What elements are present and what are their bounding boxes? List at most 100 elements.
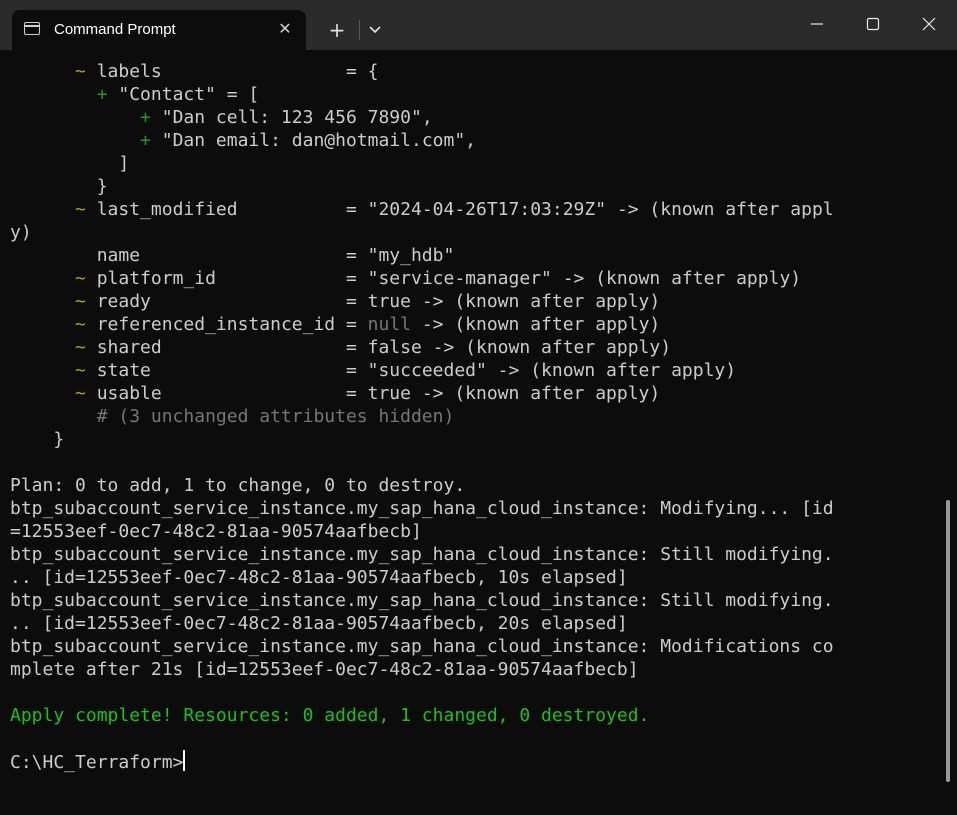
terminal-line: mplete after 21s [id=12553eef-0ec7-48c2-… <box>10 658 930 681</box>
maximize-button[interactable] <box>845 0 901 48</box>
terminal-text: usable = true -> (known after apply) <box>85 383 661 404</box>
terminal-line: btp_subaccount_service_instance.my_sap_h… <box>10 589 930 612</box>
terminal-text: "Contact" = [ <box>107 84 260 105</box>
terminal-text: mplete after 21s [id=12553eef-0ec7-48c2-… <box>10 659 639 680</box>
terminal-line: + "Contact" = [ <box>10 83 930 106</box>
terminal-text: + <box>96 84 108 105</box>
terminal-icon <box>24 22 40 35</box>
terminal-line: ~ labels = { <box>10 60 930 83</box>
terminal-line: ~ platform_id = "service-manager" -> (kn… <box>10 267 930 290</box>
title-bar: Command Prompt ✕ + <box>0 0 957 50</box>
terminal-line: btp_subaccount_service_instance.my_sap_h… <box>10 543 930 566</box>
terminal-line: y) <box>10 221 930 244</box>
terminal-text: platform_id = "service-manager" -> (know… <box>85 268 802 289</box>
terminal-text: "Dan cell: 123 456 7890", <box>150 107 433 128</box>
terminal-text: ~ <box>75 383 86 404</box>
terminal-output[interactable]: ~ labels = { + "Contact" = [ + "Dan cell… <box>10 60 930 773</box>
terminal-text: + <box>140 130 151 151</box>
terminal-text: .. [id=12553eef-0ec7-48c2-81aa-90574aafb… <box>10 567 628 588</box>
text-cursor <box>183 750 185 771</box>
terminal-text: name = "my_hdb" <box>10 245 455 266</box>
command-prompt-line[interactable]: C:\HC_Terraform> <box>10 750 930 773</box>
minimize-icon <box>811 23 823 25</box>
terminal-line: ~ shared = false -> (known after apply) <box>10 336 930 359</box>
prompt-path: C:\HC_Terraform> <box>10 752 184 773</box>
terminal-line: } <box>10 428 930 451</box>
terminal-line: .. [id=12553eef-0ec7-48c2-81aa-90574aafb… <box>10 566 930 589</box>
terminal-text: + <box>140 107 151 128</box>
chevron-down-icon <box>369 26 381 34</box>
terminal-line: btp_subaccount_service_instance.my_sap_h… <box>10 635 930 658</box>
terminal-text: null <box>367 314 411 335</box>
tab-command-prompt[interactable]: Command Prompt ✕ <box>12 10 306 50</box>
terminal-line: ] <box>10 152 930 175</box>
terminal-text: ~ <box>75 61 86 82</box>
minimize-button[interactable] <box>789 0 845 48</box>
tab-dropdown-button[interactable] <box>364 19 386 41</box>
terminal-text: ready = true -> (known after apply) <box>85 291 661 312</box>
terminal-text: Apply complete! Resources: 0 added, 1 ch… <box>10 705 650 726</box>
terminal-text: referenced_instance_id = <box>85 314 368 335</box>
scrollbar-thumb[interactable] <box>946 500 950 782</box>
terminal-line: Apply complete! Resources: 0 added, 1 ch… <box>10 704 930 727</box>
terminal-text: ~ <box>75 314 86 335</box>
terminal-text: shared = false -> (known after apply) <box>85 337 672 358</box>
terminal-text: ~ <box>75 337 86 358</box>
terminal-line: ~ last_modified = "2024-04-26T17:03:29Z"… <box>10 198 930 221</box>
terminal-text: ] <box>10 153 130 174</box>
terminal-line: ~ state = "succeeded" -> (known after ap… <box>10 359 930 382</box>
terminal-line: # (3 unchanged attributes hidden) <box>10 405 930 428</box>
terminal-text: ~ <box>75 291 86 312</box>
terminal-text: last_modified = "2024-04-26T17:03:29Z" -… <box>85 199 834 220</box>
terminal-line: + "Dan cell: 123 456 7890", <box>10 106 930 129</box>
terminal-text: =12553eef-0ec7-48c2-81aa-90574aafbecb] <box>10 521 422 542</box>
terminal-line: btp_subaccount_service_instance.my_sap_h… <box>10 497 930 520</box>
terminal-text: ~ <box>75 199 86 220</box>
terminal-text: btp_subaccount_service_instance.my_sap_h… <box>10 636 834 657</box>
terminal-text: # (3 unchanged attributes hidden) <box>96 406 455 427</box>
terminal-text: labels = { <box>85 61 379 82</box>
terminal-text: btp_subaccount_service_instance.my_sap_h… <box>10 498 834 519</box>
terminal-text: -> (known after apply) <box>411 314 661 335</box>
terminal-line: ~ usable = true -> (known after apply) <box>10 382 930 405</box>
close-window-button[interactable] <box>901 0 957 48</box>
terminal-text: Plan: 0 to add, 1 to change, 0 to destro… <box>10 475 466 496</box>
terminal-text: .. [id=12553eef-0ec7-48c2-81aa-90574aafb… <box>10 613 628 634</box>
terminal-line: ~ ready = true -> (known after apply) <box>10 290 930 313</box>
new-tab-button[interactable]: + <box>325 18 349 42</box>
terminal-line: =12553eef-0ec7-48c2-81aa-90574aafbecb] <box>10 520 930 543</box>
terminal-line: .. [id=12553eef-0ec7-48c2-81aa-90574aafb… <box>10 612 930 635</box>
terminal-text: btp_subaccount_service_instance.my_sap_h… <box>10 544 834 565</box>
close-tab-button[interactable]: ✕ <box>274 18 296 40</box>
tab-title: Command Prompt <box>54 21 176 38</box>
terminal-text: y) <box>10 222 32 243</box>
tab-separator <box>359 20 360 40</box>
terminal-text: } <box>10 429 65 450</box>
terminal-line: name = "my_hdb" <box>10 244 930 267</box>
maximize-icon <box>866 17 880 31</box>
terminal-text: ~ <box>75 268 86 289</box>
terminal-text: btp_subaccount_service_instance.my_sap_h… <box>10 590 834 611</box>
terminal-text: "Dan email: dan@hotmail.com", <box>150 130 476 151</box>
terminal-text: state = "succeeded" -> (known after appl… <box>85 360 737 381</box>
terminal-line: ~ referenced_instance_id = null -> (know… <box>10 313 930 336</box>
terminal-text: ~ <box>75 360 86 381</box>
terminal-text: } <box>10 176 108 197</box>
close-icon <box>922 17 936 31</box>
terminal-line: + "Dan email: dan@hotmail.com", <box>10 129 930 152</box>
